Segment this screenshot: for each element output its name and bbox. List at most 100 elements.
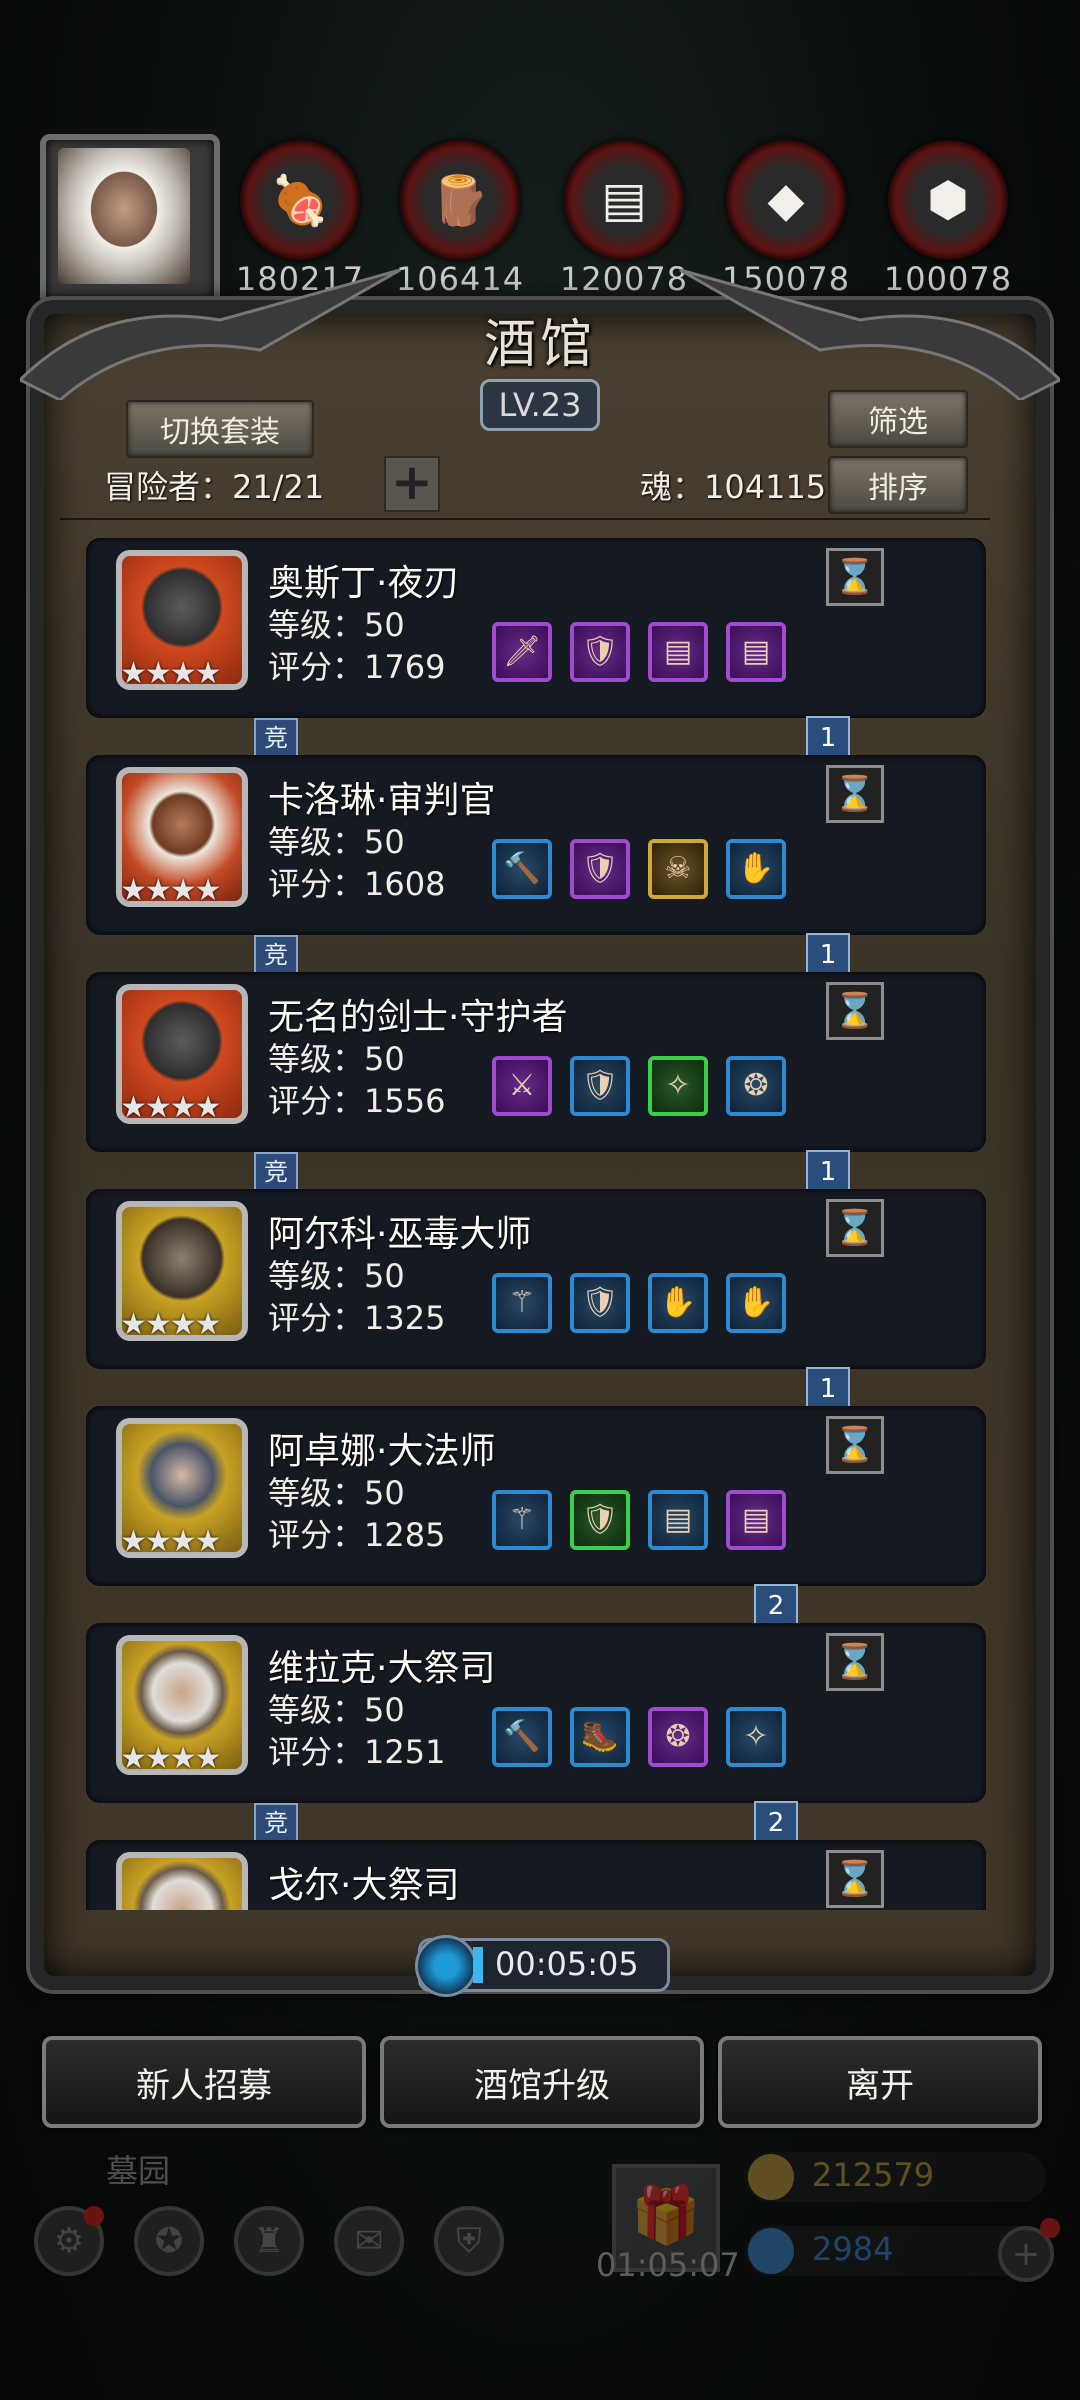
clock-icon xyxy=(415,1935,477,1997)
hero-list[interactable]: ★★★★ 奥斯丁·夜刃 等级：50 评分：1769 ⌛ 🗡 🛡 ▤ ▤ 竞 1 ★★★★ 卡洛琳·审判官… xyxy=(60,530,990,1910)
equipment-slot[interactable]: ✋ xyxy=(726,839,786,899)
lock-icon[interactable]: ⌛ xyxy=(826,1416,884,1474)
recruit-button[interactable]: 新人招募 xyxy=(42,2036,366,2128)
add-slot-button[interactable]: + xyxy=(384,456,440,512)
star-badge-icon[interactable]: ✪ xyxy=(134,2206,204,2276)
hero-row[interactable]: ★★★★ 卡洛琳·审判官 等级：50 评分：1608 ⌛ 🔨 🛡 ☠ ✋ 竞 1 xyxy=(86,755,986,993)
panel-title: 酒馆 xyxy=(483,315,596,375)
lock-icon[interactable]: ⌛ xyxy=(826,982,884,1040)
crystal-icon: ◆ xyxy=(767,172,805,228)
area-label: 墓园 xyxy=(106,2152,171,2190)
lock-icon[interactable]: ⌛ xyxy=(826,1850,884,1908)
wood-resource-slot[interactable]: 🪵 xyxy=(400,140,520,260)
mail-icon[interactable]: ✉ xyxy=(334,2206,404,2276)
timer-text: 00:05:05 xyxy=(495,1945,639,1983)
gift-timer: 01:05:07 xyxy=(596,2246,740,2284)
wood-icon: 🪵 xyxy=(430,172,490,229)
header-divider xyxy=(60,518,990,520)
stone-resource-slot[interactable]: ⬢ xyxy=(888,140,1008,260)
equipment-slot[interactable]: 🛡 xyxy=(570,622,630,682)
iron-resource-slot[interactable]: ▤ xyxy=(564,140,684,260)
equipment-slot[interactable]: ⚚ xyxy=(492,1490,552,1550)
switch-outfit-button[interactable]: 切换套装 xyxy=(126,400,314,458)
hero-portrait[interactable] xyxy=(116,1852,248,1910)
hero-score: 评分：1285 xyxy=(268,1516,446,1554)
stone-icon: ⬢ xyxy=(927,172,969,228)
equipment-slot[interactable]: ✋ xyxy=(726,1273,786,1333)
equipment-slot[interactable]: 🔨 xyxy=(492,1707,552,1767)
equipment-slot[interactable]: ▤ xyxy=(726,622,786,682)
timer-progress xyxy=(473,1947,483,1983)
iron-icon: ▤ xyxy=(601,172,647,228)
equipment-slot[interactable]: ⚔ xyxy=(492,1056,552,1116)
gem-icon xyxy=(748,2228,794,2274)
hero-name: 维拉克·大祭司 xyxy=(268,1648,496,1689)
hero-row[interactable]: ★★★★ 阿尔科·巫毒大师 等级：50 评分：1325 ⌛ ⚚ 🛡 ✋ ✋ 1 xyxy=(86,1189,986,1427)
meat-icon: 🍖 xyxy=(270,172,330,229)
hero-row[interactable]: ★★★★ 无名的剑士·守护者 等级：50 评分：1556 ⌛ ⚔ 🛡 ✧ ❂ 竞 1 xyxy=(86,972,986,1210)
hero-level: 等级：50 xyxy=(268,823,405,861)
equipment-slot[interactable]: ✋ xyxy=(648,1273,708,1333)
sort-button[interactable]: 排序 xyxy=(828,456,968,514)
equipment-slot[interactable]: 🔨 xyxy=(492,839,552,899)
lock-icon[interactable]: ⌛ xyxy=(826,1633,884,1691)
adventurer-count: 冒险者：21/21 xyxy=(104,468,325,506)
hero-score: 评分：1251 xyxy=(268,1733,446,1771)
soul-count: 魂：104115 xyxy=(640,468,827,506)
equipment-slot[interactable]: ❂ xyxy=(726,1056,786,1116)
hero-level: 等级：50 xyxy=(268,1691,405,1729)
equipment-slot[interactable]: ▤ xyxy=(648,1490,708,1550)
hero-row[interactable]: ★★★★ 维拉克·大祭司 等级：50 评分：1251 ⌛ 🔨 🥾 ❂ ✧ 竞 2 xyxy=(86,1623,986,1861)
level-badge: LV.23 xyxy=(479,379,601,431)
notification-dot xyxy=(1040,2218,1060,2238)
hero-score: 评分：1608 xyxy=(268,865,446,903)
hero-score: 评分：1556 xyxy=(268,1082,446,1120)
equipment-slot[interactable]: ⚚ xyxy=(492,1273,552,1333)
hero-level: 等级：50 xyxy=(268,1040,405,1078)
lock-icon[interactable]: ⌛ xyxy=(826,765,884,823)
right-claw-ornament xyxy=(679,268,1060,400)
hero-name: 无名的剑士·守护者 xyxy=(268,997,568,1038)
tavern-timer: 00:05:05 xyxy=(415,1935,670,1997)
hero-row[interactable]: 戈尔·大祭司 ⌛ xyxy=(86,1840,986,1910)
hero-stars: ★★★★ xyxy=(120,873,222,908)
hero-level: 等级：50 xyxy=(268,1257,405,1295)
gold-counter: 212579 xyxy=(746,2152,1046,2202)
equipment-slot[interactable]: 🛡 xyxy=(570,1056,630,1116)
notification-dot xyxy=(84,2206,104,2226)
hero-name: 奥斯丁·夜刃 xyxy=(268,563,460,604)
leave-button[interactable]: 离开 xyxy=(718,2036,1042,2128)
hero-stars: ★★★★ xyxy=(120,656,222,691)
hero-name: 戈尔·大祭司 xyxy=(268,1865,460,1906)
hero-name: 阿尔科·巫毒大师 xyxy=(268,1214,532,1255)
hero-stars: ★★★★ xyxy=(120,1307,222,1342)
meat-resource-slot[interactable]: 🍖 xyxy=(240,140,360,260)
left-claw-ornament xyxy=(20,268,401,400)
equipment-slot[interactable]: ☠ xyxy=(648,839,708,899)
equipment-slot[interactable]: ❂ xyxy=(648,1707,708,1767)
hero-row[interactable]: ★★★★ 阿卓娜·大法师 等级：50 评分：1285 ⌛ ⚚ 🛡 ▤ ▤ 2 xyxy=(86,1406,986,1644)
equipment-slot[interactable]: ✧ xyxy=(648,1056,708,1116)
hero-stars: ★★★★ xyxy=(120,1524,222,1559)
lock-icon[interactable]: ⌛ xyxy=(826,1199,884,1257)
equipment-slot[interactable]: 🗡 xyxy=(492,622,552,682)
guild-icon[interactable]: ⛨ xyxy=(434,2206,504,2276)
hero-score: 评分：1325 xyxy=(268,1299,446,1337)
equipment-slot[interactable]: 🥾 xyxy=(570,1707,630,1767)
crystal-resource-slot[interactable]: ◆ xyxy=(726,140,846,260)
equipment-slot[interactable]: 🛡 xyxy=(570,1490,630,1550)
equipment-slot[interactable]: 🛡 xyxy=(570,839,630,899)
equipment-slot[interactable]: 🛡 xyxy=(570,1273,630,1333)
equipment-slot[interactable]: ▤ xyxy=(648,622,708,682)
hero-stars: ★★★★ xyxy=(120,1741,222,1776)
hero-score: 评分：1769 xyxy=(268,648,446,686)
lock-icon[interactable]: ⌛ xyxy=(826,548,884,606)
hero-stars: ★★★★ xyxy=(120,1090,222,1125)
gold-coin-icon xyxy=(748,2154,794,2200)
filter-button[interactable]: 筛选 xyxy=(828,390,968,448)
hero-row[interactable]: ★★★★ 奥斯丁·夜刃 等级：50 评分：1769 ⌛ 🗡 🛡 ▤ ▤ 竞 1 xyxy=(86,538,986,776)
equipment-slot[interactable]: ✧ xyxy=(726,1707,786,1767)
castle-icon[interactable]: ♜ xyxy=(234,2206,304,2276)
upgrade-tavern-button[interactable]: 酒馆升级 xyxy=(380,2036,704,2128)
equipment-slot[interactable]: ▤ xyxy=(726,1490,786,1550)
